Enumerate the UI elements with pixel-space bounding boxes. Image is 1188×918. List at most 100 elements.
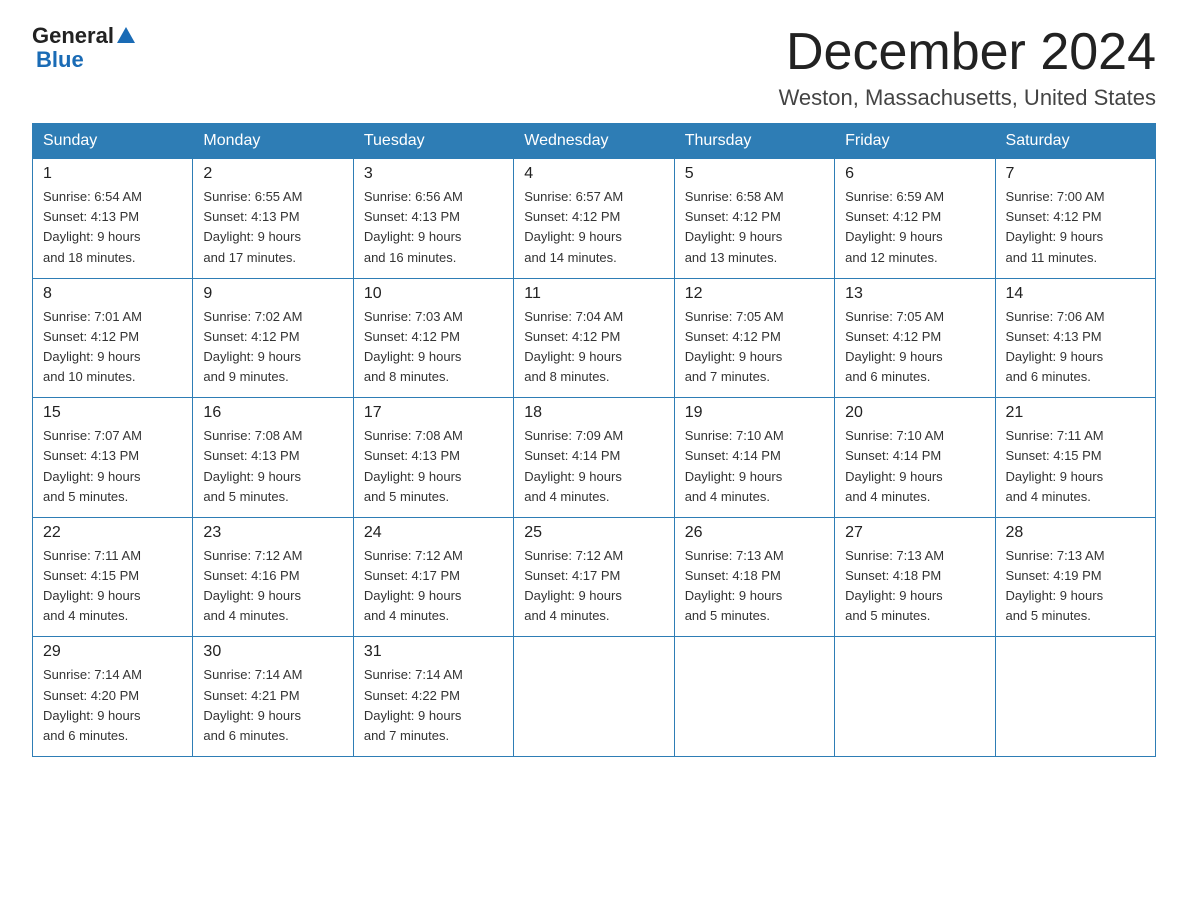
title-block: December 2024 Weston, Massachusetts, Uni…	[779, 24, 1156, 111]
calendar-cell: 19 Sunrise: 7:10 AM Sunset: 4:14 PM Dayl…	[674, 398, 834, 518]
day-of-week-header: Wednesday	[514, 124, 674, 159]
day-info: Sunrise: 7:08 AM Sunset: 4:13 PM Dayligh…	[364, 426, 503, 507]
calendar-cell: 3 Sunrise: 6:56 AM Sunset: 4:13 PM Dayli…	[353, 159, 513, 279]
day-number: 15	[43, 404, 182, 422]
day-number: 22	[43, 524, 182, 542]
day-info: Sunrise: 7:06 AM Sunset: 4:13 PM Dayligh…	[1006, 307, 1145, 388]
calendar-cell: 24 Sunrise: 7:12 AM Sunset: 4:17 PM Dayl…	[353, 517, 513, 637]
logo-text: General Blue	[32, 24, 135, 72]
day-info: Sunrise: 7:13 AM Sunset: 4:18 PM Dayligh…	[845, 546, 984, 627]
day-number: 14	[1006, 285, 1145, 303]
day-info: Sunrise: 7:14 AM Sunset: 4:22 PM Dayligh…	[364, 665, 503, 746]
calendar-cell: 9 Sunrise: 7:02 AM Sunset: 4:12 PM Dayli…	[193, 278, 353, 398]
day-number: 7	[1006, 165, 1145, 183]
day-info: Sunrise: 7:05 AM Sunset: 4:12 PM Dayligh…	[685, 307, 824, 388]
calendar-table: SundayMondayTuesdayWednesdayThursdayFrid…	[32, 123, 1156, 757]
day-number: 27	[845, 524, 984, 542]
calendar-cell	[674, 637, 834, 757]
day-number: 16	[203, 404, 342, 422]
day-number: 29	[43, 643, 182, 661]
day-info: Sunrise: 7:13 AM Sunset: 4:18 PM Dayligh…	[685, 546, 824, 627]
day-of-week-header: Friday	[835, 124, 995, 159]
day-info: Sunrise: 7:12 AM Sunset: 4:17 PM Dayligh…	[524, 546, 663, 627]
calendar-cell: 4 Sunrise: 6:57 AM Sunset: 4:12 PM Dayli…	[514, 159, 674, 279]
calendar-week-row: 22 Sunrise: 7:11 AM Sunset: 4:15 PM Dayl…	[33, 517, 1156, 637]
day-info: Sunrise: 6:55 AM Sunset: 4:13 PM Dayligh…	[203, 187, 342, 268]
day-number: 25	[524, 524, 663, 542]
day-number: 20	[845, 404, 984, 422]
day-info: Sunrise: 7:10 AM Sunset: 4:14 PM Dayligh…	[685, 426, 824, 507]
days-header-row: SundayMondayTuesdayWednesdayThursdayFrid…	[33, 124, 1156, 159]
day-number: 3	[364, 165, 503, 183]
day-info: Sunrise: 7:14 AM Sunset: 4:20 PM Dayligh…	[43, 665, 182, 746]
day-number: 13	[845, 285, 984, 303]
calendar-cell: 29 Sunrise: 7:14 AM Sunset: 4:20 PM Dayl…	[33, 637, 193, 757]
calendar-cell: 2 Sunrise: 6:55 AM Sunset: 4:13 PM Dayli…	[193, 159, 353, 279]
day-number: 30	[203, 643, 342, 661]
logo-blue: Blue	[36, 48, 135, 72]
calendar-cell: 20 Sunrise: 7:10 AM Sunset: 4:14 PM Dayl…	[835, 398, 995, 518]
calendar-cell: 12 Sunrise: 7:05 AM Sunset: 4:12 PM Dayl…	[674, 278, 834, 398]
day-info: Sunrise: 7:07 AM Sunset: 4:13 PM Dayligh…	[43, 426, 182, 507]
calendar-cell: 25 Sunrise: 7:12 AM Sunset: 4:17 PM Dayl…	[514, 517, 674, 637]
calendar-cell: 30 Sunrise: 7:14 AM Sunset: 4:21 PM Dayl…	[193, 637, 353, 757]
day-info: Sunrise: 7:13 AM Sunset: 4:19 PM Dayligh…	[1006, 546, 1145, 627]
day-number: 23	[203, 524, 342, 542]
calendar-cell	[995, 637, 1155, 757]
calendar-cell: 28 Sunrise: 7:13 AM Sunset: 4:19 PM Dayl…	[995, 517, 1155, 637]
calendar-cell: 17 Sunrise: 7:08 AM Sunset: 4:13 PM Dayl…	[353, 398, 513, 518]
calendar-cell: 8 Sunrise: 7:01 AM Sunset: 4:12 PM Dayli…	[33, 278, 193, 398]
day-of-week-header: Monday	[193, 124, 353, 159]
day-info: Sunrise: 6:56 AM Sunset: 4:13 PM Dayligh…	[364, 187, 503, 268]
day-number: 6	[845, 165, 984, 183]
calendar-week-row: 29 Sunrise: 7:14 AM Sunset: 4:20 PM Dayl…	[33, 637, 1156, 757]
day-info: Sunrise: 7:03 AM Sunset: 4:12 PM Dayligh…	[364, 307, 503, 388]
day-info: Sunrise: 7:01 AM Sunset: 4:12 PM Dayligh…	[43, 307, 182, 388]
day-info: Sunrise: 7:10 AM Sunset: 4:14 PM Dayligh…	[845, 426, 984, 507]
calendar-cell: 23 Sunrise: 7:12 AM Sunset: 4:16 PM Dayl…	[193, 517, 353, 637]
day-info: Sunrise: 6:58 AM Sunset: 4:12 PM Dayligh…	[685, 187, 824, 268]
calendar-cell: 16 Sunrise: 7:08 AM Sunset: 4:13 PM Dayl…	[193, 398, 353, 518]
day-number: 4	[524, 165, 663, 183]
day-number: 26	[685, 524, 824, 542]
calendar-cell: 26 Sunrise: 7:13 AM Sunset: 4:18 PM Dayl…	[674, 517, 834, 637]
calendar-week-row: 8 Sunrise: 7:01 AM Sunset: 4:12 PM Dayli…	[33, 278, 1156, 398]
logo: General Blue	[32, 24, 135, 72]
day-info: Sunrise: 7:05 AM Sunset: 4:12 PM Dayligh…	[845, 307, 984, 388]
day-of-week-header: Saturday	[995, 124, 1155, 159]
calendar-cell: 22 Sunrise: 7:11 AM Sunset: 4:15 PM Dayl…	[33, 517, 193, 637]
calendar-cell: 5 Sunrise: 6:58 AM Sunset: 4:12 PM Dayli…	[674, 159, 834, 279]
calendar-cell: 15 Sunrise: 7:07 AM Sunset: 4:13 PM Dayl…	[33, 398, 193, 518]
day-number: 18	[524, 404, 663, 422]
calendar-cell: 31 Sunrise: 7:14 AM Sunset: 4:22 PM Dayl…	[353, 637, 513, 757]
calendar-week-row: 1 Sunrise: 6:54 AM Sunset: 4:13 PM Dayli…	[33, 159, 1156, 279]
day-number: 10	[364, 285, 503, 303]
day-number: 11	[524, 285, 663, 303]
day-info: Sunrise: 7:11 AM Sunset: 4:15 PM Dayligh…	[1006, 426, 1145, 507]
calendar-cell: 14 Sunrise: 7:06 AM Sunset: 4:13 PM Dayl…	[995, 278, 1155, 398]
day-of-week-header: Thursday	[674, 124, 834, 159]
calendar-cell: 6 Sunrise: 6:59 AM Sunset: 4:12 PM Dayli…	[835, 159, 995, 279]
day-number: 24	[364, 524, 503, 542]
calendar-cell: 21 Sunrise: 7:11 AM Sunset: 4:15 PM Dayl…	[995, 398, 1155, 518]
calendar-cell	[835, 637, 995, 757]
calendar-cell: 1 Sunrise: 6:54 AM Sunset: 4:13 PM Dayli…	[33, 159, 193, 279]
day-info: Sunrise: 7:04 AM Sunset: 4:12 PM Dayligh…	[524, 307, 663, 388]
day-of-week-header: Sunday	[33, 124, 193, 159]
day-number: 19	[685, 404, 824, 422]
day-number: 17	[364, 404, 503, 422]
logo-general: General	[32, 24, 135, 48]
day-number: 12	[685, 285, 824, 303]
day-info: Sunrise: 6:54 AM Sunset: 4:13 PM Dayligh…	[43, 187, 182, 268]
calendar-cell: 7 Sunrise: 7:00 AM Sunset: 4:12 PM Dayli…	[995, 159, 1155, 279]
calendar-cell: 27 Sunrise: 7:13 AM Sunset: 4:18 PM Dayl…	[835, 517, 995, 637]
day-info: Sunrise: 7:12 AM Sunset: 4:17 PM Dayligh…	[364, 546, 503, 627]
calendar-cell: 10 Sunrise: 7:03 AM Sunset: 4:12 PM Dayl…	[353, 278, 513, 398]
day-number: 8	[43, 285, 182, 303]
location-title: Weston, Massachusetts, United States	[779, 85, 1156, 111]
day-info: Sunrise: 6:59 AM Sunset: 4:12 PM Dayligh…	[845, 187, 984, 268]
day-info: Sunrise: 7:08 AM Sunset: 4:13 PM Dayligh…	[203, 426, 342, 507]
day-number: 28	[1006, 524, 1145, 542]
day-number: 31	[364, 643, 503, 661]
page-header: General Blue December 2024 Weston, Massa…	[32, 24, 1156, 111]
